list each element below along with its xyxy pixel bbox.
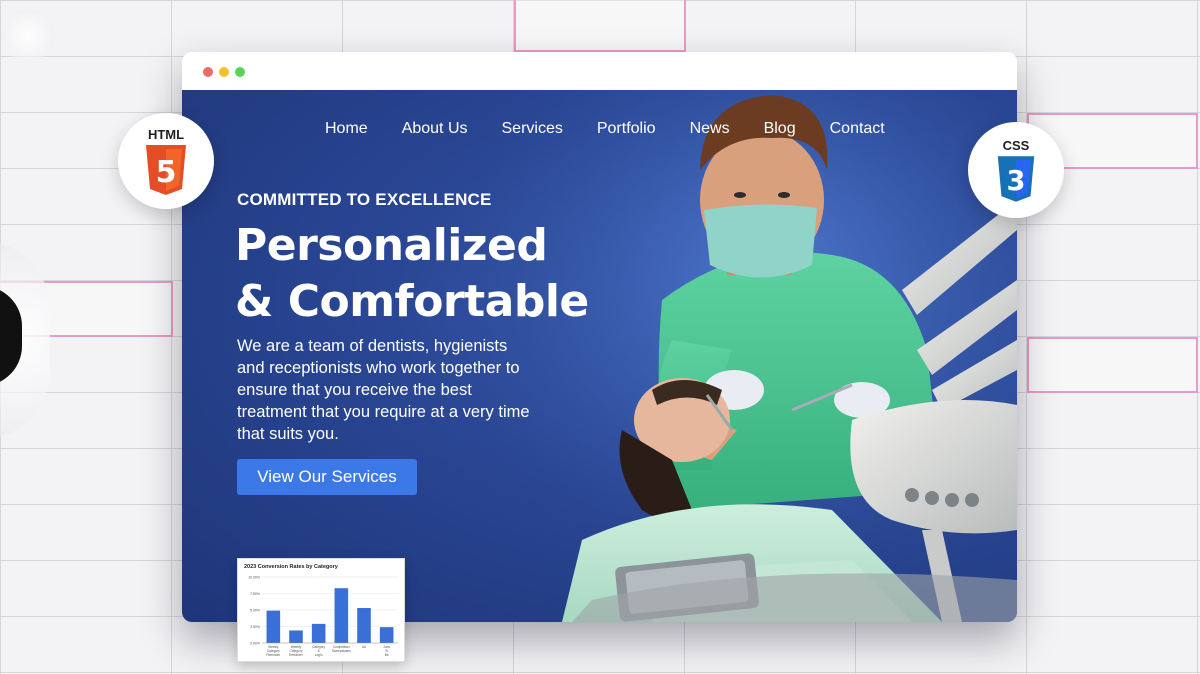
chart-bar [357,608,371,643]
html5-badge: HTML 5 [118,113,214,209]
chart-y-tick-label: 0.00% [250,642,260,646]
nav-home[interactable]: Home [325,120,368,138]
nav-about-us[interactable]: About Us [402,120,468,138]
decorative-pink-frame [1027,337,1198,393]
hero-headline-line-2: & Comfortable [235,276,589,327]
nav-news[interactable]: News [690,120,730,138]
css3-label: CSS [1002,138,1030,153]
chart-x-tick-label: Ad [362,645,366,649]
decorative-pink-frame [514,0,686,52]
html5-label: HTML [147,127,185,142]
chart-y-tick-label: 10.00% [248,576,260,580]
chart-x-tick-label: Reminder [266,653,281,657]
html5-shield-icon: 5 [146,145,186,195]
view-services-button[interactable]: View Our Services [237,459,417,495]
main-navigation: Home About Us Services Portfolio News Bl… [325,120,885,138]
chart-title: 2023 Conversion Rates by Category [244,564,338,570]
nav-blog[interactable]: Blog [764,120,796,138]
close-window-dot[interactable] [203,67,213,77]
chart-bar [334,588,349,643]
hero-headline-line-1: Personalized [235,220,548,271]
css3-shield-icon: 3 [997,156,1035,202]
conversion-chart-card: 0.00% 2.50% 5.00% 7.50% 10.00% Weekly Category… [237,558,405,662]
css3-number: 3 [1007,166,1026,197]
chart-y-tick-label: 2.50% [250,625,260,629]
nav-services[interactable]: Services [502,120,563,138]
hero-section: Home About Us Services Portfolio News Bl… [182,90,1017,622]
decorative-circle [2,10,54,62]
hero-description: We are a team of dentists, hygienists an… [237,337,530,443]
nav-contact[interactable]: Contact [830,120,885,138]
chart-bar [311,623,326,643]
browser-titlebar [182,52,1017,90]
html5-number: 5 [156,155,177,190]
chart-bar [266,610,281,643]
chart-y-tick-label: 7.50% [250,592,260,596]
chart-y-tick-label: 5.00% [250,609,260,613]
browser-window: Home About Us Services Portfolio News Bl… [182,52,1017,622]
dentist-photo [472,90,1017,622]
maximize-window-dot[interactable] [235,67,245,77]
chart-bar [289,630,303,643]
chart-x-tick-label: Be [385,653,389,657]
hero-eyebrow: COMMITTED TO EXCELLENCE [237,190,492,209]
css3-badge: CSS 3 [968,122,1064,218]
chart-x-tick-label: Sweepstakes [332,649,351,653]
minimize-window-dot[interactable] [219,67,229,77]
conversion-bar-chart: 0.00%2.50%5.00%7.50%10.00%WeeklyCategory… [248,576,398,657]
hero-headline: Personalized & Comfortable [235,218,589,330]
chart-bar [379,627,394,643]
nav-portfolio[interactable]: Portfolio [597,120,656,138]
chart-x-tick-label: Login [315,653,323,657]
chart-x-tick-label: Reminder [289,653,304,657]
